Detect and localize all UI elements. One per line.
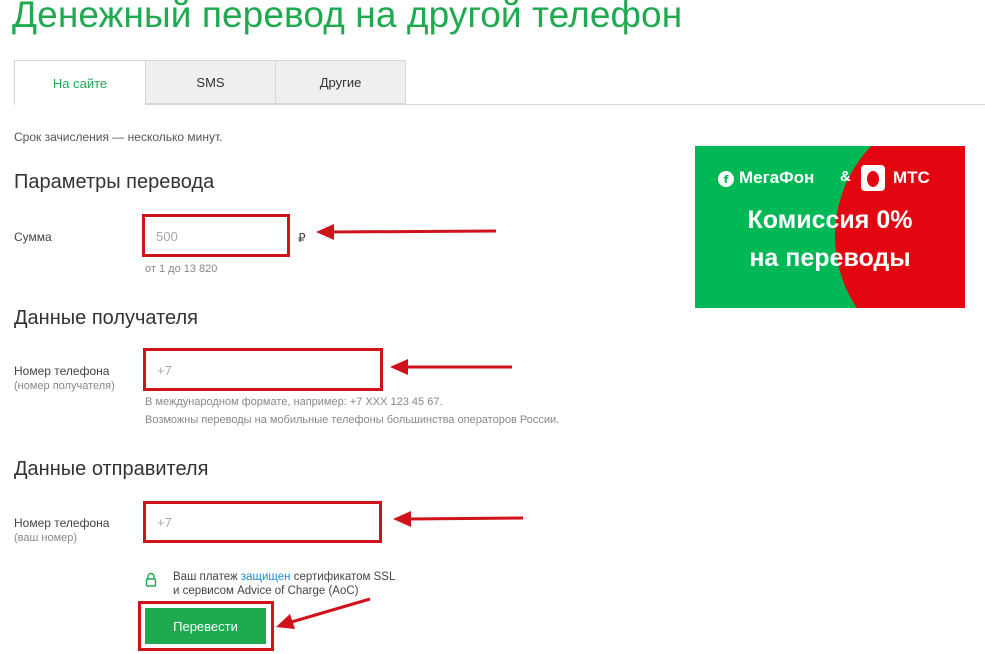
- arrow-submit-icon: [276, 597, 371, 629]
- amount-range-hint: от 1 до 13 820: [145, 263, 218, 275]
- ssl-text-after: сертификатом SSL: [290, 571, 396, 583]
- banner-line2: на переводы: [749, 244, 911, 272]
- amount-highlight: [142, 214, 290, 257]
- arrow-amount-icon: [316, 224, 497, 240]
- tab-other[interactable]: Другие: [275, 60, 406, 104]
- promo-banner[interactable]: f МегаФон & МТС Комиссия 0% на переводы: [695, 146, 965, 308]
- brand-ampersand: &: [840, 168, 851, 185]
- recipient-phone-label: Номер телефона: [14, 364, 110, 378]
- arrow-sender-icon: [393, 511, 524, 527]
- megafon-logo-icon: f: [718, 171, 734, 187]
- tab-sms[interactable]: SMS: [145, 60, 276, 104]
- recipient-phone-highlight: [143, 348, 383, 391]
- tabs-divider: [144, 104, 985, 105]
- recipient-operators-hint: Возможны переводы на мобильные телефоны …: [145, 414, 560, 426]
- lock-icon: [145, 572, 157, 587]
- ssl-note: Ваш платеж защищен сертификатом SSL и се…: [173, 570, 395, 598]
- ssl-protected-link[interactable]: защищен: [241, 571, 291, 583]
- recipient-format-hint: В международном формате, например: +7 XX…: [145, 396, 443, 408]
- brand-megafon: МегаФон: [739, 168, 815, 187]
- recipient-phone-sublabel: (номер получателя): [14, 380, 115, 392]
- sender-phone-highlight: [143, 501, 382, 543]
- section-title-params: Параметры перевода: [14, 171, 215, 193]
- banner-line1: Комиссия 0%: [747, 206, 913, 234]
- tab-bar: На сайте SMS Другие: [14, 60, 985, 105]
- section-title-recipient: Данные получателя: [14, 307, 198, 329]
- sender-phone-label: Номер телефона: [14, 516, 110, 530]
- ssl-text-before: Ваш платеж: [173, 571, 241, 583]
- amount-label: Сумма: [14, 230, 52, 244]
- brand-mts: МТС: [893, 168, 930, 187]
- submit-highlight: [138, 601, 274, 651]
- page-title: Денежный перевод на другой телефон: [12, 0, 683, 35]
- arrow-recipient-icon: [390, 359, 512, 375]
- tab-on-site[interactable]: На сайте: [14, 60, 146, 105]
- sender-phone-sublabel: (ваш номер): [14, 532, 78, 544]
- transfer-time-note: Срок зачисления — несколько минут.: [14, 130, 223, 144]
- mts-egg-icon: [861, 165, 885, 191]
- section-title-sender: Данные отправителя: [14, 458, 209, 480]
- svg-text:f: f: [724, 173, 729, 186]
- currency-sign: ₽: [298, 231, 306, 245]
